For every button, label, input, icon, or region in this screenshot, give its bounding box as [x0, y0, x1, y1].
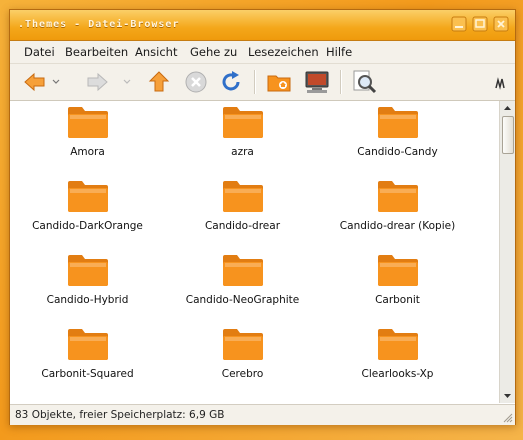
file-name: Amora — [70, 146, 105, 158]
menu-gehe-zu[interactable]: Gehe zu — [190, 45, 237, 59]
file-item[interactable]: Candido-NeoGraphite — [165, 249, 320, 323]
back-history-dropdown-icon[interactable] — [52, 79, 60, 85]
file-name: Carbonit-Squared — [41, 368, 134, 380]
file-item[interactable]: Clearlooks-Xp — [320, 323, 475, 397]
computer-icon[interactable] — [304, 69, 330, 95]
menu-lesezeichen[interactable]: Lesezeichen — [248, 45, 319, 59]
resize-grip-icon[interactable] — [503, 413, 513, 423]
folder-icon — [223, 329, 263, 360]
throbber-icon — [495, 77, 505, 90]
folder-icon — [68, 181, 108, 212]
home-folder-icon[interactable] — [266, 69, 292, 95]
file-item[interactable]: Carbonit — [320, 249, 475, 323]
scroll-up-arrow-icon[interactable] — [500, 101, 515, 115]
status-bar: 83 Objekte, freier Speicherplatz: 6,9 GB — [10, 404, 515, 425]
reload-icon[interactable] — [218, 69, 244, 95]
folder-icon — [68, 255, 108, 286]
minimize-icon[interactable] — [451, 16, 467, 32]
file-name: Candido-drear — [204, 220, 281, 232]
back-icon[interactable] — [22, 69, 48, 95]
status-text: 83 Objekte, freier Speicherplatz: 6,9 GB — [15, 409, 225, 421]
toolbar-separator — [340, 70, 341, 94]
file-name: Candido-DarkOrange — [32, 220, 143, 232]
file-browser-window: .Themes - Datei-Browser Datei Bearbeiten… — [9, 9, 516, 425]
file-item[interactable]: Candido-drear — [165, 175, 320, 249]
file-name: Candido-drear (Kopie) — [339, 220, 456, 232]
folder-icon — [378, 329, 418, 360]
file-item[interactable]: Candido-Hybrid — [10, 249, 165, 323]
file-icon-view[interactable]: Amora azra Candido-Candy Candido-DarkOra… — [10, 101, 491, 403]
file-name: Candido-NeoGraphite — [185, 294, 300, 306]
scroll-down-arrow-icon[interactable] — [500, 389, 515, 403]
toolbar-separator — [254, 70, 255, 94]
file-item[interactable]: Candido-drear (Kopie) — [320, 175, 475, 249]
file-item[interactable]: Candido-DarkOrange — [10, 175, 165, 249]
menu-hilfe[interactable]: Hilfe — [326, 45, 352, 59]
forward-icon[interactable] — [84, 69, 110, 95]
file-item[interactable]: Carbonit-Squared — [10, 323, 165, 397]
zoom-icon[interactable] — [352, 69, 378, 95]
vertical-scrollbar[interactable] — [499, 101, 515, 403]
file-item[interactable]: Cerebro — [165, 323, 320, 397]
file-name: azra — [231, 146, 254, 158]
forward-history-dropdown-icon[interactable] — [123, 79, 131, 85]
file-name: Carbonit — [375, 294, 420, 306]
menu-datei[interactable]: Datei — [24, 45, 55, 59]
file-name: Candido-Hybrid — [46, 294, 129, 306]
folder-icon — [68, 107, 108, 138]
folder-icon — [378, 255, 418, 286]
window-title: .Themes - Datei-Browser — [18, 19, 180, 30]
file-item[interactable]: Candido-Candy — [320, 101, 475, 175]
folder-icon — [223, 181, 263, 212]
stop-icon[interactable] — [183, 69, 209, 95]
file-name: Cerebro — [221, 368, 264, 380]
maximize-icon[interactable] — [472, 16, 488, 32]
file-item[interactable]: azra — [165, 101, 320, 175]
menu-bearbeiten[interactable]: Bearbeiten — [65, 45, 128, 59]
folder-icon — [378, 107, 418, 138]
toolbar — [10, 64, 515, 101]
file-name: Candido-Candy — [357, 146, 438, 158]
file-name: Clearlooks-Xp — [361, 368, 434, 380]
menu-ansicht[interactable]: Ansicht — [135, 45, 177, 59]
folder-icon — [223, 107, 263, 138]
scrollbar-thumb[interactable] — [502, 116, 514, 154]
folder-icon — [68, 329, 108, 360]
file-item[interactable]: Amora — [10, 101, 165, 175]
folder-icon — [223, 255, 263, 286]
menu-bar: Datei Bearbeiten Ansicht Gehe zu Lesezei… — [10, 41, 515, 64]
title-bar[interactable]: .Themes - Datei-Browser — [10, 10, 515, 41]
up-icon[interactable] — [146, 69, 172, 95]
folder-icon — [378, 181, 418, 212]
close-icon[interactable] — [493, 16, 509, 32]
